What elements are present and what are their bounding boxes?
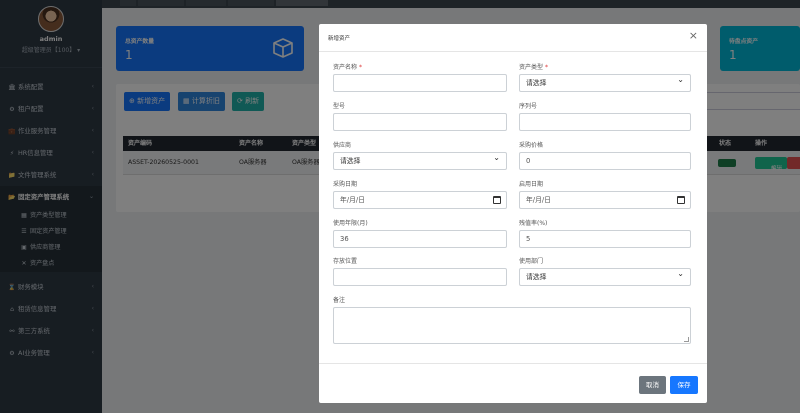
add-asset-modal: 新增资产 × 资产名称 * 资产类型 * 请选择 型号 序列号 供应商 请选择 … xyxy=(319,24,707,403)
years-input[interactable]: 36 xyxy=(333,230,507,248)
serial-input[interactable] xyxy=(519,113,691,131)
residual-label: 残值率(%) xyxy=(519,220,548,227)
residual-input[interactable]: 5 xyxy=(519,230,691,248)
date-placeholder: 年/月/日 xyxy=(340,196,365,204)
enable-date-input[interactable]: 年/月/日 xyxy=(519,191,691,209)
model-input[interactable] xyxy=(333,113,507,131)
input-value: 0 xyxy=(526,157,531,165)
app-root: admin 超级管理员【100】 ▾ 🏛系统配置‹ ⚙租户配置‹ 💼作业服务管理… xyxy=(0,0,800,413)
input-value: 36 xyxy=(340,235,349,243)
select-value: 请选择 xyxy=(526,273,547,281)
asset-name-input[interactable] xyxy=(333,74,507,92)
asset-name-label: 资产名称 * xyxy=(333,62,362,71)
location-input[interactable] xyxy=(333,268,507,286)
cancel-button[interactable]: 取消 xyxy=(639,376,666,394)
resize-handle[interactable] xyxy=(684,337,689,342)
remark-textarea[interactable] xyxy=(333,307,691,344)
asset-type-label: 资产类型 * xyxy=(519,62,548,71)
select-value: 请选择 xyxy=(526,79,547,87)
price-input[interactable]: 0 xyxy=(519,152,691,170)
input-value: 5 xyxy=(526,235,531,243)
enable-date-label: 启用日期 xyxy=(519,181,544,188)
select-value: 请选择 xyxy=(340,157,361,165)
divider xyxy=(319,363,707,364)
location-label: 存放位置 xyxy=(333,258,358,265)
modal-title: 新增资产 xyxy=(328,36,351,42)
supplier-label: 供应商 xyxy=(333,142,352,149)
date-placeholder: 年/月/日 xyxy=(526,196,551,204)
save-button[interactable]: 保存 xyxy=(670,376,698,394)
label-text: 资产名称 xyxy=(333,64,358,71)
purchase-date-label: 采购日期 xyxy=(333,181,358,188)
price-label: 采购价格 xyxy=(519,142,544,149)
years-label: 使用年限(月) xyxy=(333,220,368,227)
label-text: 资产类型 xyxy=(519,64,544,71)
remark-label: 备注 xyxy=(333,297,346,304)
calendar-icon[interactable] xyxy=(493,196,501,204)
close-icon[interactable]: × xyxy=(689,30,698,42)
model-label: 型号 xyxy=(333,103,346,110)
calendar-icon[interactable] xyxy=(677,196,685,204)
asset-type-select[interactable]: 请选择 xyxy=(519,72,691,92)
supplier-select[interactable]: 请选择 xyxy=(333,150,507,170)
serial-label: 序列号 xyxy=(519,103,538,110)
required-mark: * xyxy=(544,64,548,71)
purchase-date-input[interactable]: 年/月/日 xyxy=(333,191,507,209)
divider xyxy=(319,51,707,52)
dept-label: 使用部门 xyxy=(519,258,544,265)
dept-select[interactable]: 请选择 xyxy=(519,266,691,286)
required-mark: * xyxy=(358,64,362,71)
